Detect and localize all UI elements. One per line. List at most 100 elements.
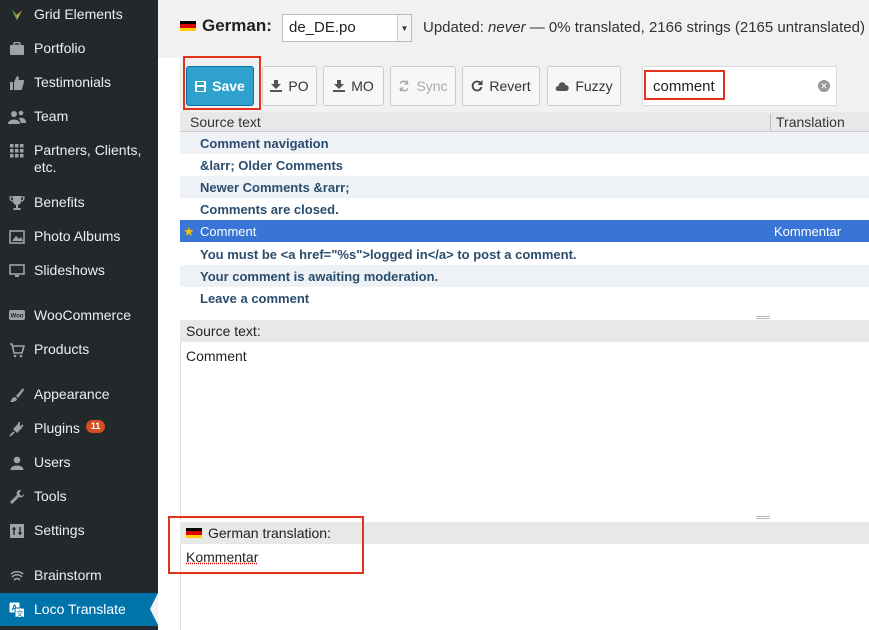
string-row[interactable]: Comments are closed.: [180, 198, 869, 220]
sidebar-item-label: Slideshows: [34, 262, 105, 278]
dropdown-arrow-icon: ▼: [397, 15, 411, 41]
string-row[interactable]: &larr; Older Comments: [180, 154, 869, 176]
svg-text:文: 文: [16, 609, 23, 618]
translation-pane-title: German translation:: [208, 525, 331, 541]
sidebar-item-plugins[interactable]: Plugins 11: [0, 420, 158, 438]
status-prefix: Updated:: [423, 19, 489, 36]
sidebar-item-team[interactable]: Team: [0, 108, 158, 126]
tools-icon: [8, 488, 26, 506]
sidebar-item-slideshows[interactable]: Slideshows: [0, 262, 158, 280]
sidebar-item-label: Loco Translate: [34, 601, 126, 617]
row-source: Comment navigation: [200, 136, 329, 151]
string-list-header: Source text Translation: [180, 112, 869, 132]
thumbs-up-icon: [8, 74, 26, 92]
portfolio-icon: [8, 40, 26, 58]
search-value: comment: [653, 78, 715, 95]
row-source: Comment: [200, 224, 257, 239]
sidebar-item-label: Photo Albums: [34, 228, 121, 244]
sidebar-item-tools[interactable]: Tools: [0, 488, 158, 506]
status-suffix: — 0% translated, 2166 strings (2165 untr…: [525, 19, 865, 36]
language-heading: German:: [180, 16, 272, 36]
download-mo-button[interactable]: MO: [323, 66, 384, 106]
sidebar-item-label: Appearance: [34, 386, 110, 402]
sidebar-item-partners[interactable]: Partners, Clients, etc.: [0, 142, 158, 176]
slideshow-icon: [8, 262, 26, 280]
save-button[interactable]: Save: [186, 66, 254, 106]
trophy-icon: [8, 194, 26, 212]
language-label: German:: [202, 16, 272, 35]
sidebar-item-brainstorm[interactable]: Brainstorm: [0, 567, 158, 585]
string-row-selected[interactable]: ★ Comment Kommentar: [180, 220, 869, 242]
fuzzy-button[interactable]: Fuzzy: [547, 66, 621, 106]
sync-button[interactable]: Sync: [390, 66, 456, 106]
cloud-icon: [555, 82, 569, 91]
sidebar-item-grid-elements[interactable]: Grid Elements: [0, 6, 158, 24]
save-label: Save: [212, 78, 245, 94]
partners-grid-icon: [8, 142, 26, 160]
sidebar-item-label: Portfolio: [34, 40, 86, 56]
german-flag-icon: [180, 20, 196, 32]
source-pane-header: Source text:: [180, 320, 869, 342]
team-icon: [8, 108, 26, 126]
row-source: Leave a comment: [200, 291, 310, 306]
sidebar-item-testimonials[interactable]: Testimonials: [0, 74, 158, 92]
clear-search-icon[interactable]: ✕: [818, 80, 830, 92]
row-source: Comments are closed.: [200, 202, 339, 217]
po-file-select[interactable]: de_DE.po ▼: [282, 14, 412, 42]
active-menu-arrow: [150, 593, 158, 625]
resize-handle[interactable]: [756, 516, 770, 519]
sidebar-item-settings[interactable]: Settings: [0, 522, 158, 540]
save-icon: [195, 80, 207, 92]
filter-search-input[interactable]: comment ✕: [642, 66, 837, 106]
sidebar-item-label: Partners, Clients, etc.: [34, 142, 142, 175]
translation-textarea[interactable]: Kommentar: [186, 549, 258, 565]
row-source: Newer Comments &rarr;: [200, 180, 350, 195]
revert-button[interactable]: Revert: [462, 66, 540, 106]
string-row[interactable]: Your comment is awaiting moderation.: [180, 265, 869, 287]
star-icon: ★: [183, 224, 195, 239]
mo-label: MO: [351, 78, 374, 94]
sidebar-item-portfolio[interactable]: Portfolio: [0, 40, 158, 58]
string-row[interactable]: You must be <a href="%s">logged in</a> t…: [180, 243, 869, 265]
loco-editor: German: de_DE.po ▼ Updated: never — 0% t…: [158, 0, 869, 630]
status-never: never: [488, 19, 526, 36]
string-row[interactable]: Comment navigation: [180, 132, 869, 154]
sidebar-item-appearance[interactable]: Appearance: [0, 386, 158, 404]
editor-header: German: de_DE.po ▼ Updated: never — 0% t…: [158, 0, 869, 58]
source-text: Comment: [186, 348, 247, 364]
resize-handle[interactable]: [756, 316, 770, 319]
sidebar-item-products[interactable]: Products: [0, 341, 158, 359]
woocommerce-icon: Woo: [8, 307, 26, 325]
row-translation: Kommentar: [774, 224, 842, 239]
svg-text:Woo: Woo: [11, 314, 24, 320]
plugins-icon: [8, 420, 26, 438]
download-po-button[interactable]: PO: [262, 66, 317, 106]
sidebar-item-photo-albums[interactable]: Photo Albums: [0, 228, 158, 246]
german-flag-icon: [186, 527, 202, 539]
loco-translate-icon: A文: [8, 601, 26, 619]
photo-icon: [8, 228, 26, 246]
string-row[interactable]: Newer Comments &rarr;: [180, 176, 869, 198]
brainstorm-icon: [8, 567, 26, 585]
sidebar-item-benefits[interactable]: Benefits: [0, 194, 158, 212]
download-icon: [270, 80, 283, 92]
settings-icon: [8, 522, 26, 540]
revert-label: Revert: [489, 78, 531, 94]
translation-column-header[interactable]: Translation: [770, 114, 845, 130]
string-row[interactable]: Leave a comment: [180, 287, 869, 309]
sidebar-item-loco-translate[interactable]: A文 Loco Translate: [0, 593, 158, 626]
source-column-header[interactable]: Source text: [190, 114, 261, 130]
admin-sidebar: Grid Elements Portfolio Testimonials Tea…: [0, 0, 158, 630]
sidebar-item-label: Benefits: [34, 194, 85, 210]
sidebar-item-users[interactable]: Users: [0, 454, 158, 472]
sidebar-item-label: Users: [34, 454, 71, 470]
source-pane-title: Source text:: [186, 323, 261, 339]
sidebar-item-label: WooCommerce: [34, 307, 131, 323]
sidebar-item-label: Team: [34, 108, 69, 124]
sync-icon: [399, 80, 410, 92]
row-source: &larr; Older Comments: [200, 158, 344, 173]
sidebar-item-label: Testimonials: [34, 74, 112, 90]
sidebar-item-woocommerce[interactable]: Woo WooCommerce: [0, 307, 158, 325]
po-file-value: de_DE.po: [289, 19, 356, 36]
sidebar-item-label: Plugins: [34, 420, 80, 436]
